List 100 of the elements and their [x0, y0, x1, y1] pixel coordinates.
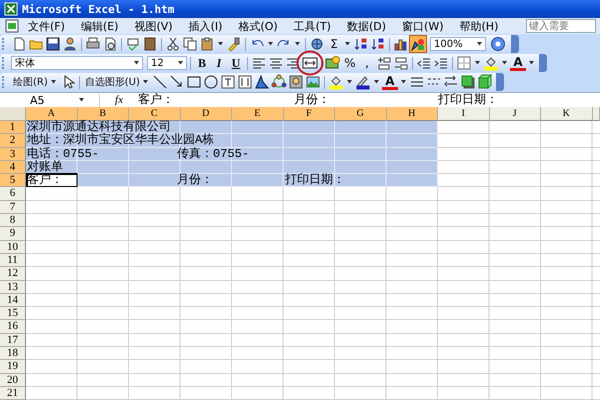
sort-descending-icon[interactable] [370, 36, 386, 52]
brush-icon[interactable] [226, 36, 242, 52]
copy-icon[interactable] [182, 36, 198, 52]
row-header[interactable]: 9 [0, 227, 26, 241]
formula-field[interactable]: 客户： 月份： 打印日期： [138, 94, 600, 106]
rectangle-icon[interactable] [186, 74, 202, 90]
clipboard-icon[interactable] [199, 36, 215, 52]
merge-center-button[interactable] [302, 55, 318, 71]
percent-button[interactable]: % [342, 55, 358, 71]
menu-item[interactable]: 插入(I) [182, 18, 230, 34]
column-header[interactable]: C [129, 107, 180, 121]
column-header[interactable]: D [180, 107, 232, 121]
currency-icon[interactable] [325, 55, 341, 71]
caret-icon[interactable] [372, 80, 380, 84]
row-header[interactable]: 15 [0, 307, 26, 320]
workbook-icon[interactable] [4, 18, 20, 34]
fill-bucket-icon[interactable] [483, 55, 499, 71]
wordart-icon[interactable] [254, 74, 270, 90]
caret-icon[interactable] [501, 61, 508, 65]
zoom-dropdown[interactable]: 100% [430, 37, 486, 51]
help-search-field[interactable]: 键入需要 [526, 19, 596, 34]
shadow-icon[interactable] [460, 74, 476, 90]
caret-icon[interactable] [528, 61, 535, 65]
help-icon[interactable] [490, 36, 506, 52]
line-icon[interactable] [152, 74, 168, 90]
row-header[interactable]: 6 [0, 187, 26, 201]
menu-item[interactable]: 格式(O) [232, 18, 286, 34]
font-size-dropdown[interactable]: 12 [147, 56, 187, 70]
row-header[interactable]: 13 [0, 280, 26, 294]
borders-icon[interactable] [456, 55, 472, 71]
caret-icon[interactable] [217, 42, 224, 46]
row-header[interactable]: 4 [0, 160, 26, 174]
person-icon[interactable] [62, 36, 78, 52]
row-header[interactable]: 5 [0, 174, 26, 188]
draw-menu-button[interactable]: 绘图(R) [11, 74, 59, 90]
column-header[interactable]: A [26, 107, 78, 121]
menu-item[interactable]: 数据(D) [340, 18, 394, 34]
menu-item[interactable]: 帮助(H) [454, 18, 506, 34]
row-header[interactable]: 2 [0, 134, 26, 148]
cube-icon[interactable] [476, 74, 493, 90]
column-header[interactable]: F [284, 107, 335, 121]
disk-icon[interactable] [45, 36, 61, 52]
globe-icon[interactable] [309, 36, 325, 52]
toolbar-options-button[interactable] [496, 73, 504, 91]
menu-item[interactable]: 工具(T) [288, 18, 339, 34]
underline-button[interactable]: U [228, 55, 244, 71]
dec-decimal-icon[interactable] [393, 55, 409, 71]
column-header[interactable]: G [335, 107, 386, 121]
column-header[interactable]: B [78, 107, 129, 121]
row-header[interactable]: 8 [0, 214, 26, 228]
sort-ascending-icon[interactable] [353, 36, 369, 52]
caret-icon[interactable] [294, 42, 301, 46]
pen-icon[interactable] [354, 74, 371, 90]
caret-icon[interactable] [474, 61, 481, 65]
caret-icon[interactable] [400, 80, 407, 84]
fill-bucket-icon[interactable] [328, 74, 344, 90]
font-color-button[interactable]: A [510, 55, 526, 71]
row-header[interactable]: 21 [0, 386, 26, 400]
row-header[interactable]: 17 [0, 334, 26, 348]
caret-icon[interactable] [267, 42, 274, 46]
row-header[interactable]: 11 [0, 254, 26, 268]
row-header[interactable]: 18 [0, 347, 26, 360]
menu-item[interactable]: 文件(F) [22, 18, 73, 34]
row-header[interactable]: 14 [0, 294, 26, 308]
scissors-icon[interactable] [165, 36, 181, 52]
inc-decimal-icon[interactable] [376, 55, 392, 71]
autosum-button[interactable]: Σ [326, 36, 342, 52]
row-header[interactable]: 19 [0, 360, 26, 374]
menu-item[interactable]: 窗口(W) [396, 18, 452, 34]
row-header[interactable]: 20 [0, 374, 26, 387]
column-header[interactable]: I [438, 107, 490, 121]
column-header[interactable]: H [386, 107, 438, 121]
font-dropdown[interactable]: 宋体 [11, 56, 143, 70]
row-header[interactable]: 7 [0, 200, 26, 214]
picture-icon[interactable] [304, 74, 321, 90]
menu-item[interactable]: 视图(V) [128, 18, 181, 34]
row-header[interactable]: 12 [0, 267, 26, 281]
diagram-icon[interactable] [270, 74, 287, 90]
spelling-icon[interactable] [125, 36, 141, 52]
vertical-text-box-icon[interactable] [236, 74, 253, 90]
text-box-icon[interactable] [220, 74, 236, 90]
book-icon[interactable] [142, 36, 158, 52]
caret-icon[interactable] [346, 80, 353, 84]
function-button[interactable]: fx [100, 94, 138, 106]
bold-button[interactable]: B [194, 55, 210, 71]
column-header[interactable]: K [541, 107, 592, 121]
clipart-icon[interactable] [288, 74, 304, 90]
row-header[interactable]: 3 [0, 148, 26, 161]
row-header[interactable]: 1 [0, 121, 26, 134]
italic-button[interactable]: I [211, 55, 227, 71]
column-header[interactable]: J [490, 107, 541, 121]
column-header[interactable]: E [232, 107, 284, 121]
row-header[interactable]: 16 [0, 320, 26, 334]
row-header[interactable]: 10 [0, 240, 26, 254]
autoshapes-button[interactable]: 自选图形(U) [82, 74, 151, 90]
caret-icon[interactable] [344, 42, 351, 46]
comma-button[interactable]: , [359, 55, 375, 71]
drawing-toggle-button[interactable] [410, 36, 426, 52]
menu-item[interactable]: 编辑(E) [74, 18, 126, 34]
caret-icon[interactable] [78, 98, 85, 102]
